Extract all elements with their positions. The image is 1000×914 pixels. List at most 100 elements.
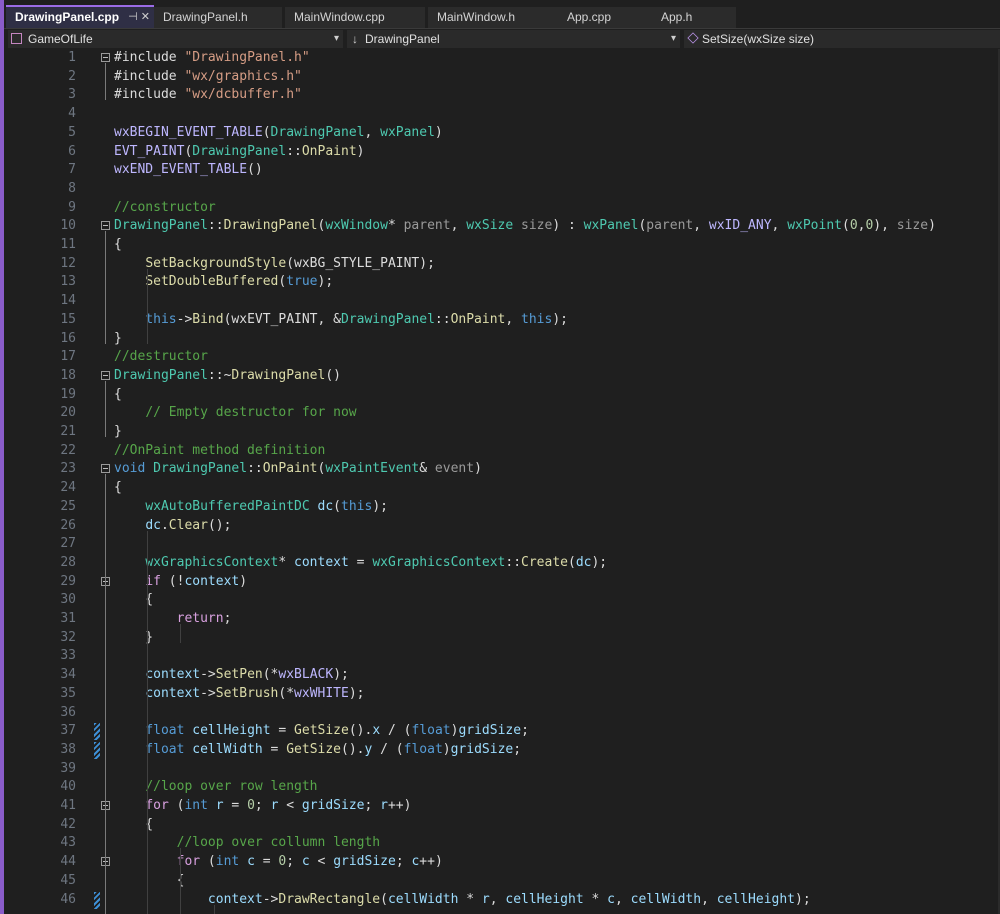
code-line[interactable]: 27 [4,535,1000,554]
code-line[interactable]: 32 } [4,629,1000,648]
code-line[interactable]: 10 DrawingPanel::DrawingPanel (wxWindow* p… [4,217,1000,236]
code-line[interactable]: 4 [4,105,1000,124]
code-line[interactable]: 35 context->SetBrush(*wxWHITE); [4,685,1000,704]
line-number: 13 [60,274,76,290]
code-editor[interactable]: 1 #include "DrawingPanel.h" 2 #include "wx/… [4,49,1000,914]
navigation-bar: GameOfLife ▾ ↓ DrawingPanel ▾ SetSize(wx… [4,28,1000,50]
collapse-icon[interactable] [101,370,110,380]
code-line[interactable]: 2 #include "wx/graphics.h" [4,68,1000,87]
code-line[interactable]: 26 dc.Clear(); [4,517,1000,536]
code-token: & [419,461,435,477]
code-line[interactable]: 22 //OnPaint method definition [4,442,1000,461]
code-token: parent [646,218,694,234]
line-number: 35 [60,685,76,701]
code-line[interactable]: 31 return; [4,610,1000,629]
code-line[interactable]: 21} [4,423,1000,442]
code-line[interactable]: 12 SetBackgroundStyle(wxBG_STYLE_PAINT); [4,255,1000,274]
code-token: { [114,872,185,888]
code-line[interactable]: 46 context->DrawRectangle(cellWidth * r,… [4,891,1000,910]
fold-range-line [105,586,106,643]
code-text: wxAutoBufferedPaintDC dc(this); [114,498,388,517]
code-token: ), [873,218,897,234]
pin-close-icon[interactable]: ⊣ ✕ [128,7,150,27]
code-token: context [207,891,263,907]
tab-label: DrawingPanel.h [163,10,248,24]
code-token: , [505,311,522,327]
code-token: //loop over collumn length [176,835,381,851]
tab-drawingpanel-cpp[interactable]: DrawingPanel.cpp ⊣ ✕ [6,5,154,28]
code-line[interactable]: 24 { [4,479,1000,498]
code-line[interactable]: 43 //loop over collumn length [4,834,1000,853]
code-line[interactable]: 11 { [4,236,1000,255]
code-line[interactable]: 41 for (int r = 0; r < gridSize; r++) [4,797,1000,816]
code-token: ) [434,124,443,140]
collapse-icon[interactable] [101,221,110,231]
code-line[interactable]: 23 void DrawingPanel::OnPaint(wxPaintEven… [4,460,1000,479]
code-line[interactable]: 7 wxEND_EVENT_TABLE() [4,161,1000,180]
code-text: { [114,872,185,891]
code-line[interactable]: 30 { [4,591,1000,610]
code-line[interactable]: 3 #include "wx/dcbuffer.h" [4,86,1000,105]
collapse-icon[interactable] [101,464,110,474]
code-line[interactable]: 9 //constructor [4,199,1000,218]
code-line[interactable]: 33 [4,647,1000,666]
collapse-icon[interactable] [101,53,110,62]
code-line[interactable]: 14 [4,292,1000,311]
code-token: wxPanel [380,124,435,140]
code-text: //OnPaint method definition [114,442,325,461]
code-line[interactable]: 40 //loop over row length [4,778,1000,797]
code-line[interactable]: 16} [4,330,1000,349]
code-token: "DrawingPanel.h" [184,50,310,65]
code-line[interactable]: 34 context->SetPen(*wxBLACK); [4,666,1000,685]
tab-app-h[interactable]: App.h [652,7,736,28]
code-line[interactable]: 20 // Empty destructor for now [4,404,1000,423]
code-line[interactable]: 37 float cellHeight = GetSize().x / (flo… [4,722,1000,741]
code-token: DrawingPanel [270,124,365,140]
code-line[interactable]: 18 DrawingPanel::~DrawingPanel() [4,367,1000,386]
code-line[interactable]: 45 { [4,872,1000,891]
code-line[interactable]: 44 for (int c = 0; c < gridSize; c++) [4,853,1000,872]
code-line[interactable]: 39 [4,760,1000,779]
code-token: :: [207,218,224,234]
change-marker [94,891,100,909]
code-token: ) : [552,218,584,234]
code-token: EVT_PAINT [114,143,185,159]
code-token: context [294,554,349,570]
code-text: { [114,386,122,405]
tab-drawingpanel-h[interactable]: DrawingPanel.h [154,7,282,28]
code-line[interactable]: 5 wxBEGIN_EVENT_TABLE(DrawingPanel, wxPan… [4,124,1000,143]
code-line[interactable]: 42 { [4,816,1000,835]
code-line[interactable]: 25 wxAutoBufferedPaintDC dc(this); [4,498,1000,517]
code-line[interactable]: 13 SetDoubleBuffered(true); [4,273,1000,292]
code-token: = [270,723,295,739]
tab-label: MainWindow.cpp [294,10,385,24]
code-token: context [184,573,240,589]
code-token: ); [333,667,349,683]
code-token: gridSize [458,723,522,739]
tab-mainwindow-h[interactable]: MainWindow.h [428,7,558,28]
code-line[interactable]: 19 { [4,386,1000,405]
line-number: 9 [68,199,76,215]
code-line[interactable]: 1 #include "DrawingPanel.h" [4,49,1000,68]
scope-dropdown[interactable]: ↓ DrawingPanel ▾ [347,30,680,48]
line-number: 4 [68,106,76,122]
code-line[interactable]: 15 this->Bind(wxEVT_PAINT, &DrawingPanel… [4,311,1000,330]
project-dropdown[interactable]: GameOfLife ▾ [8,30,343,48]
code-line[interactable]: 6 EVT_PAINT(DrawingPanel::OnPaint) [4,143,1000,162]
code-line[interactable]: 29 if (!context) [4,573,1000,592]
tab-app-cpp[interactable]: App.cpp [558,7,652,28]
code-line[interactable]: 36 [4,704,1000,723]
code-token: wxBLACK [278,667,334,683]
tab-mainwindow-cpp[interactable]: MainWindow.cpp [285,7,425,28]
code-text: wxBEGIN_EVENT_TABLE(DrawingPanel, wxPane… [114,124,443,143]
member-dropdown[interactable]: SetSize(wxSize size) [684,30,1000,48]
code-line[interactable]: 8 [4,180,1000,199]
line-number: 39 [60,760,76,776]
code-text: for (int c = 0; c < gridSize; c++) [114,853,443,872]
code-line[interactable]: 17 //destructor [4,348,1000,367]
code-line[interactable]: 38 float cellWidth = GetSize().y / (floa… [4,741,1000,760]
code-line[interactable]: 28 wxGraphicsContext* context = wxGraphi… [4,554,1000,573]
